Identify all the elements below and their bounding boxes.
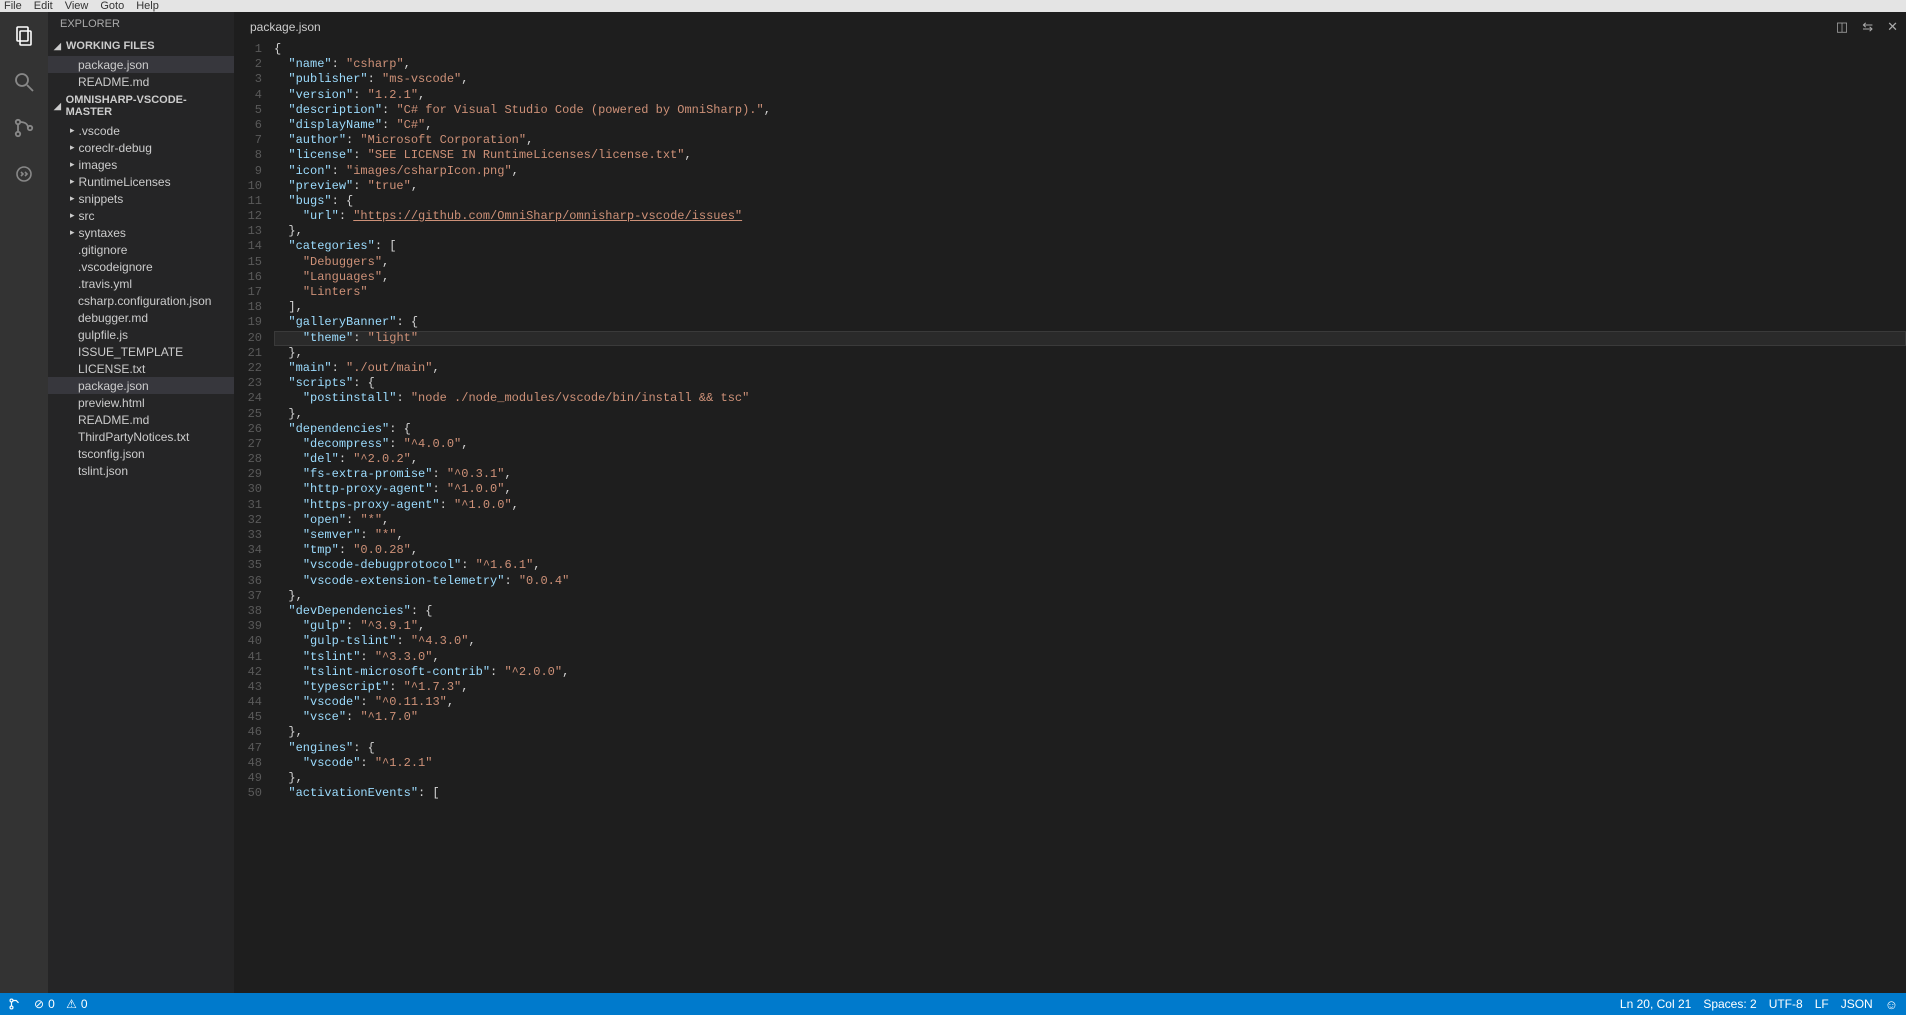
file-item[interactable]: tsconfig.json [48, 445, 234, 462]
folder-item[interactable]: ▸images [48, 156, 234, 173]
sidebar-explorer: EXPLORER ◢ WORKING FILES package.jsonREA… [48, 12, 234, 993]
menubar: File Edit View Goto Help [0, 0, 1906, 12]
menu-goto[interactable]: Goto [100, 0, 124, 12]
status-bar: ⊘ 0 ⚠ 0 Ln 20, Col 21 Spaces: 2 UTF-8 LF J… [0, 993, 1906, 1015]
encoding[interactable]: UTF-8 [1769, 997, 1803, 1011]
editor-area: package.json ◫ ⇆ ✕ 123456789101112131415… [234, 12, 1906, 993]
menu-file[interactable]: File [4, 0, 22, 12]
editor-body[interactable]: 1234567891011121314151617181920212223242… [234, 42, 1906, 993]
menu-help[interactable]: Help [136, 0, 159, 12]
file-item[interactable]: ThirdPartyNotices.txt [48, 428, 234, 445]
split-editor-icon[interactable]: ◫ [1836, 19, 1848, 35]
activity-bar [0, 12, 48, 993]
file-item[interactable]: tslint.json [48, 462, 234, 479]
line-gutter: 1234567891011121314151617181920212223242… [234, 42, 274, 801]
indent-spaces[interactable]: Spaces: 2 [1703, 997, 1756, 1011]
folder-item[interactable]: ▸coreclr-debug [48, 139, 234, 156]
menu-edit[interactable]: Edit [34, 0, 53, 12]
project-header-label: OMNISHARP-VSCODE-MASTER [66, 94, 228, 118]
warnings-icon: ⚠ [66, 997, 77, 1011]
file-item[interactable]: package.json [48, 377, 234, 394]
git-icon[interactable] [8, 112, 40, 144]
file-item[interactable]: .travis.yml [48, 275, 234, 292]
more-actions-icon[interactable]: ⇆ [1862, 19, 1873, 35]
chevron-down-icon: ◢ [54, 101, 66, 112]
tab-row: package.json ◫ ⇆ ✕ [234, 12, 1906, 42]
file-item[interactable]: .gitignore [48, 241, 234, 258]
explorer-icon[interactable] [8, 20, 40, 52]
errors-warnings[interactable]: ⊘ 0 ⚠ 0 [34, 997, 88, 1011]
working-file[interactable]: package.json [48, 56, 234, 73]
working-files-header[interactable]: ◢ WORKING FILES [48, 36, 234, 56]
folder-item[interactable]: ▸RuntimeLicenses [48, 173, 234, 190]
file-item[interactable]: ISSUE_TEMPLATE [48, 343, 234, 360]
folder-item[interactable]: ▸syntaxes [48, 224, 234, 241]
file-item[interactable]: README.md [48, 411, 234, 428]
search-icon[interactable] [8, 66, 40, 98]
debug-icon[interactable] [8, 158, 40, 190]
file-item[interactable]: LICENSE.txt [48, 360, 234, 377]
file-item[interactable]: gulpfile.js [48, 326, 234, 343]
folder-item[interactable]: ▸.vscode [48, 122, 234, 139]
menu-view[interactable]: View [65, 0, 89, 12]
folder-item[interactable]: ▸src [48, 207, 234, 224]
code-content[interactable]: { "name": "csharp", "publisher": "ms-vsc… [274, 42, 1906, 801]
chevron-down-icon: ◢ [54, 41, 66, 52]
errors-count: 0 [48, 997, 55, 1011]
cursor-position[interactable]: Ln 20, Col 21 [1620, 997, 1691, 1011]
sidebar-title: EXPLORER [48, 12, 234, 36]
git-status-icon[interactable] [8, 997, 22, 1011]
close-editor-icon[interactable]: ✕ [1887, 19, 1898, 35]
working-file[interactable]: README.md [48, 73, 234, 90]
errors-icon: ⊘ [34, 997, 44, 1011]
file-item[interactable]: csharp.configuration.json [48, 292, 234, 309]
warnings-count: 0 [81, 997, 88, 1011]
file-item[interactable]: .vscodeignore [48, 258, 234, 275]
tab-package-json[interactable]: package.json [242, 12, 329, 42]
file-item[interactable]: preview.html [48, 394, 234, 411]
folder-item[interactable]: ▸snippets [48, 190, 234, 207]
feedback-icon[interactable]: ☺ [1885, 997, 1898, 1012]
project-header[interactable]: ◢ OMNISHARP-VSCODE-MASTER [48, 90, 234, 122]
file-item[interactable]: debugger.md [48, 309, 234, 326]
language-mode[interactable]: JSON [1841, 997, 1873, 1011]
eol[interactable]: LF [1815, 997, 1829, 1011]
working-files-label: WORKING FILES [66, 40, 155, 52]
